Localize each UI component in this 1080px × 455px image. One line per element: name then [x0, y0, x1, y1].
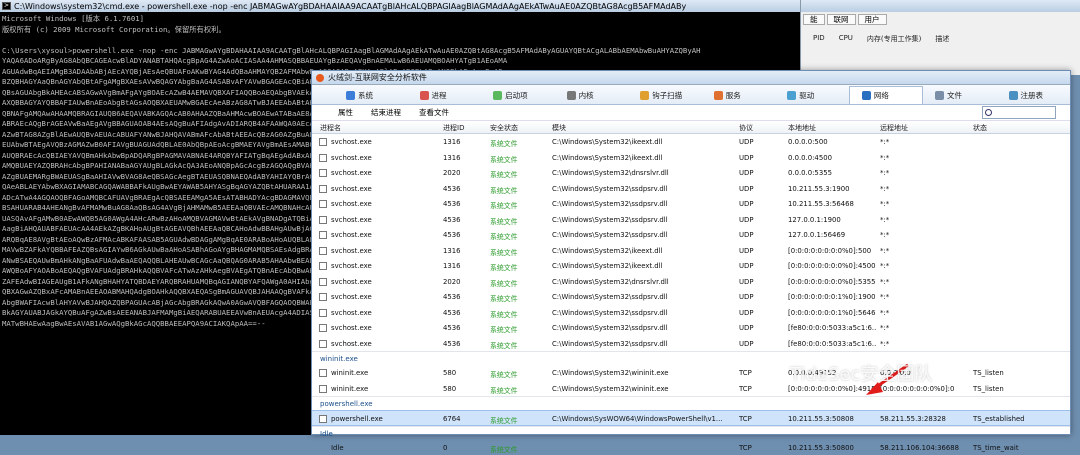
table-row[interactable]: Idle0 系统文件 TCP 10.211.55.3:50800 58.211.106.… [312, 440, 1070, 455]
cell-name: Idle [331, 444, 441, 452]
cell-remote: 58.211.106.104:36688 [880, 444, 968, 452]
cell-sec: 系统文件 [490, 444, 550, 454]
cell-proto: TCP [739, 444, 769, 452]
cell-state: TS_time_wait [973, 444, 1043, 452]
watermark: TideSec安全团队 [790, 360, 932, 386]
cell-pid: 0 [443, 444, 483, 452]
cell-local: 10.211.55.3:50800 [788, 444, 876, 452]
